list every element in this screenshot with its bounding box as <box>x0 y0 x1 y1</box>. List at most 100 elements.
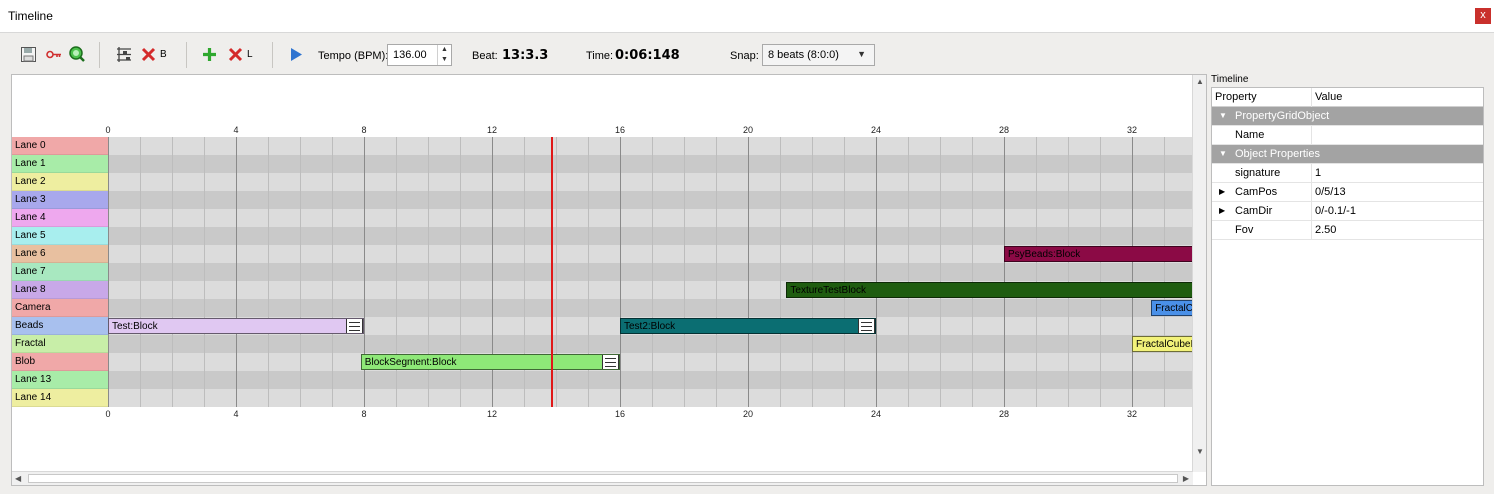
beat-tick-label: 0 <box>105 125 111 135</box>
remove-block-button[interactable]: B <box>141 45 167 63</box>
timeline-block[interactable]: Test:Block <box>108 318 364 334</box>
save-icon <box>21 46 36 62</box>
collapse-icon[interactable]: ▼ <box>1219 111 1227 120</box>
save-button[interactable] <box>20 45 37 63</box>
play-icon <box>291 47 302 61</box>
column-divider[interactable] <box>1311 88 1312 107</box>
lane-label[interactable]: Lane 5 <box>12 227 108 245</box>
timeline-block[interactable]: Test2:Block <box>620 318 876 334</box>
property-group[interactable]: ▼ PropertyGridObject <box>1212 107 1483 126</box>
lane-row[interactable] <box>108 389 1193 407</box>
vertical-scrollbar[interactable]: ▲ ▼ <box>1192 75 1206 472</box>
expand-icon[interactable]: ▶ <box>1219 206 1225 215</box>
header-value: Value <box>1315 91 1343 103</box>
lane-label[interactable]: Camera <box>12 299 108 317</box>
property-value[interactable]: 2.50 <box>1315 224 1336 236</box>
toolbar: B L Tempo (BPM): ▲▼ Beat: 13:3.3 Time: 0… <box>0 34 1494 74</box>
lane-label[interactable]: Blob <box>12 353 108 371</box>
property-value[interactable]: 0/-0.1/-1 <box>1315 205 1356 217</box>
property-group[interactable]: ▼ Object Properties <box>1212 145 1483 164</box>
tempo-input[interactable] <box>388 45 434 65</box>
close-button[interactable]: x <box>1475 8 1491 24</box>
block-label: Test2:Block <box>624 321 676 332</box>
snap-value: 8 beats (8:0:0) <box>768 49 839 61</box>
timeline-block[interactable]: FractalCubeI <box>1132 336 1193 352</box>
scroll-left-icon[interactable]: ◀ <box>15 474 21 483</box>
spin-arrows-icon[interactable]: ▲ ▼ <box>437 45 451 65</box>
lane-label[interactable]: Lane 13 <box>12 371 108 389</box>
block-handle-icon[interactable] <box>858 319 875 333</box>
lane-label[interactable]: Beads <box>12 317 108 335</box>
beat-tick-label: 32 <box>1126 125 1138 135</box>
timeline-block[interactable]: FractalC <box>1151 300 1193 316</box>
grid-line <box>172 137 173 407</box>
lane-row[interactable] <box>108 209 1193 227</box>
lane-label[interactable]: Lane 4 <box>12 209 108 227</box>
horizontal-scrollbar[interactable]: ◀ ▶ <box>12 471 1193 485</box>
lane-label[interactable]: Lane 14 <box>12 389 108 407</box>
collapse-icon[interactable]: ▼ <box>1219 149 1227 158</box>
lane-label[interactable]: Lane 6 <box>12 245 108 263</box>
snap-select[interactable]: 8 beats (8:0:0) ▼ <box>762 44 875 66</box>
block-label: Test:Block <box>112 321 158 332</box>
timeline-canvas[interactable]: Lane 0 Lane 1 Lane 2 Lane 3 Lane 4 Lane 5 Lane… <box>12 75 1193 472</box>
property-row[interactable]: signature 1 <box>1212 164 1483 183</box>
scroll-thumb[interactable] <box>28 474 1178 483</box>
grid-line <box>1132 137 1133 407</box>
property-value[interactable]: 0/5/13 <box>1315 186 1346 198</box>
timeline-block[interactable]: BlockSegment:Block <box>360 354 620 370</box>
grid-line <box>876 137 877 407</box>
property-key: CamPos <box>1235 186 1278 198</box>
property-row[interactable]: ▶ CamDir 0/-0.1/-1 <box>1212 202 1483 221</box>
scroll-down-icon[interactable]: ▼ <box>1196 447 1204 456</box>
playhead[interactable] <box>551 137 554 407</box>
lane-label[interactable]: Lane 8 <box>12 281 108 299</box>
remove-lane-button[interactable]: L <box>228 45 253 63</box>
delete-icon <box>228 47 243 61</box>
lane-label[interactable]: Lane 3 <box>12 191 108 209</box>
grid-line <box>620 137 621 407</box>
lane-row[interactable] <box>108 191 1193 209</box>
grid-line <box>940 137 941 407</box>
beat-tick-label: 16 <box>614 409 626 419</box>
beat-tick-label: 20 <box>742 125 754 135</box>
lane-label[interactable]: Lane 7 <box>12 263 108 281</box>
grid-line <box>652 137 653 407</box>
lane-row[interactable] <box>108 263 1193 281</box>
property-key: CamDir <box>1235 205 1273 217</box>
zoom-button[interactable] <box>68 45 86 63</box>
expand-icon[interactable]: ▶ <box>1219 187 1225 196</box>
lane-row[interactable] <box>108 137 1193 155</box>
block-handle-icon[interactable] <box>346 319 363 333</box>
key-button[interactable] <box>45 45 62 63</box>
lane-label[interactable]: Lane 2 <box>12 173 108 191</box>
add-icon <box>203 47 216 61</box>
lane-row[interactable] <box>108 353 1193 371</box>
lane-label[interactable]: Lane 1 <box>12 155 108 173</box>
scroll-up-icon[interactable]: ▲ <box>1196 77 1204 86</box>
property-value[interactable]: 1 <box>1315 167 1321 179</box>
property-row[interactable]: Fov 2.50 <box>1212 221 1483 240</box>
tempo-spinbox[interactable]: ▲▼ <box>387 44 452 66</box>
lane-row[interactable] <box>108 227 1193 245</box>
play-button[interactable] <box>289 45 303 63</box>
lane-row[interactable] <box>108 173 1193 191</box>
lane-label[interactable]: Lane 0 <box>12 137 108 155</box>
add-lane-button[interactable] <box>202 45 217 63</box>
grid-line <box>908 137 909 407</box>
lane-row[interactable] <box>108 335 1193 353</box>
lane-row[interactable] <box>108 155 1193 173</box>
column-divider <box>1311 183 1312 202</box>
property-row[interactable]: Name <box>1212 126 1483 145</box>
grid-line <box>140 137 141 407</box>
beat-value: 13:3.3 <box>502 48 549 63</box>
block-handle-icon[interactable] <box>601 355 619 369</box>
lane-row[interactable] <box>108 299 1193 317</box>
scroll-right-icon[interactable]: ▶ <box>1183 474 1189 483</box>
property-row[interactable]: ▶ CamPos 0/5/13 <box>1212 183 1483 202</box>
lanes-button[interactable] <box>115 45 133 63</box>
lane-label[interactable]: Fractal <box>12 335 108 353</box>
timeline-block[interactable]: TextureTestBlock <box>786 282 1193 298</box>
lane-row[interactable] <box>108 371 1193 389</box>
timeline-block[interactable]: PsyBeads:Block <box>1004 246 1193 262</box>
